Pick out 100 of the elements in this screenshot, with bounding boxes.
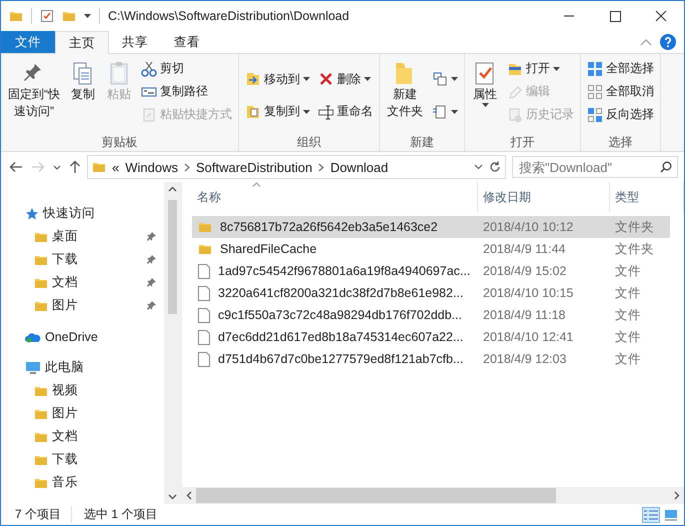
scroll-right-icon[interactable] bbox=[674, 491, 680, 500]
ribbon-button[interactable]: 全部选择 bbox=[585, 58, 656, 79]
refresh-icon[interactable] bbox=[489, 161, 501, 173]
folder-icon bbox=[198, 242, 212, 256]
nav-item[interactable]: 桌面 bbox=[1, 225, 164, 248]
file-icon bbox=[198, 264, 210, 278]
file-row[interactable]: c9c1f550a73c72c48a98294db176f702ddb... 2018/4/9 11:18 文件 bbox=[192, 304, 670, 326]
date-cell-text: 2018/4/10 10:12 bbox=[482, 220, 574, 234]
file-icon bbox=[198, 352, 210, 366]
ribbon-button[interactable]: 打开 bbox=[505, 58, 576, 79]
history-icon bbox=[507, 106, 523, 122]
ribbon-button[interactable]: 移动到 bbox=[243, 68, 312, 90]
caret-icon bbox=[482, 103, 488, 107]
chevron-down-icon[interactable] bbox=[474, 164, 483, 170]
pin-icon bbox=[147, 232, 156, 240]
ribbon-button[interactable]: 新建 文件夹 bbox=[384, 58, 426, 122]
breadcrumb[interactable]: Windows bbox=[125, 160, 178, 174]
chevron-icon bbox=[318, 162, 324, 172]
ribbon-button[interactable]: 复制路径 bbox=[139, 81, 234, 102]
column-header[interactable]: 名称 bbox=[192, 182, 478, 212]
ribbon-button[interactable]: 剪切 bbox=[139, 58, 234, 79]
scroll-down-icon[interactable] bbox=[168, 494, 177, 500]
help-icon[interactable] bbox=[660, 34, 676, 50]
file-row[interactable]: 3220a641cf8200a321dc38f2d7b8e61e982... 2018/4/10 10:15 文件 bbox=[192, 282, 670, 304]
file-row[interactable]: d7ec6dd21d617ed8b18a745314ec607a22... 2018/4/10 12:41 文件 bbox=[192, 326, 670, 348]
nav-item[interactable]: 下载 bbox=[1, 248, 164, 271]
up-arrow-icon[interactable] bbox=[69, 160, 81, 174]
nav-item[interactable]: 音乐 bbox=[1, 471, 164, 494]
file-icon bbox=[198, 330, 210, 344]
scroll-left-icon[interactable] bbox=[186, 491, 192, 500]
ribbon-button[interactable]: 重命名 bbox=[316, 101, 375, 122]
scrollbar-thumb[interactable] bbox=[168, 200, 177, 314]
caret-icon bbox=[303, 77, 310, 82]
nav-item[interactable]: 文档 bbox=[1, 271, 164, 294]
date-cell-text: 2018/4/10 10:15 bbox=[482, 286, 574, 300]
folder-icon bbox=[9, 9, 23, 23]
type-cell-text: 文件 bbox=[614, 284, 642, 302]
scrollbar-thumb[interactable] bbox=[196, 488, 556, 503]
chevron-icon bbox=[184, 162, 190, 172]
caret-icon bbox=[303, 110, 310, 114]
ribbon-tab[interactable]: 查看 bbox=[161, 31, 213, 53]
nav-item[interactable]: 此电脑 bbox=[1, 356, 164, 379]
search-field[interactable]: 搜索"Download" bbox=[512, 156, 678, 178]
file-row[interactable]: 8c756817b72a26f5642eb3a5e1463ce2 2018/4/10 10:12 文件夹 bbox=[192, 216, 670, 238]
file-row[interactable]: 1ad97c54542f9678801a6a19f8a4940697ac... 2018/4/9 15:02 文件 bbox=[192, 260, 670, 282]
nav-item[interactable]: 快速访问 bbox=[1, 202, 164, 225]
nav-item[interactable]: 图片 bbox=[1, 294, 164, 317]
breadcrumb[interactable]: SoftwareDistribution bbox=[196, 160, 312, 174]
computer-icon bbox=[25, 360, 41, 374]
collapse-ribbon-icon[interactable] bbox=[640, 38, 652, 46]
pin-icon bbox=[147, 300, 156, 310]
group-label: 剪贴板 bbox=[100, 134, 138, 151]
nav-item-label: 文档 bbox=[52, 274, 78, 291]
ribbon-tab[interactable]: 主页 bbox=[55, 31, 109, 54]
ribbon-button[interactable]: 删除 bbox=[316, 68, 375, 90]
ribbon-button[interactable]: 反向选择 bbox=[585, 104, 656, 125]
delete-icon bbox=[318, 71, 334, 88]
column-header[interactable]: 类型 bbox=[610, 182, 684, 212]
nav-item[interactable]: 视频 bbox=[1, 379, 164, 402]
details-view-button[interactable] bbox=[642, 506, 660, 522]
file-row[interactable]: SharedFileCache 2018/4/9 11:44 文件夹 bbox=[192, 238, 670, 260]
group-label: 组织 bbox=[296, 134, 322, 151]
scroll-up-icon[interactable] bbox=[168, 186, 177, 192]
ribbon-button[interactable]: 属性 bbox=[469, 58, 501, 109]
nav-item[interactable]: 文档 bbox=[1, 425, 164, 448]
nav-item-label: 音乐 bbox=[52, 474, 78, 491]
nav-item-label: 文档 bbox=[52, 428, 78, 445]
date-cell-text: 2018/4/10 12:41 bbox=[482, 330, 574, 344]
properties-icon[interactable] bbox=[40, 9, 54, 23]
nav-item[interactable]: 下载 bbox=[1, 448, 164, 471]
group-label: 新建 bbox=[409, 134, 435, 151]
address-bar[interactable]: « Windows SoftwareDistribution Download bbox=[87, 155, 506, 179]
ribbon-tab[interactable]: 文件 bbox=[1, 31, 55, 53]
large-icons-view-icon bbox=[664, 508, 678, 520]
date-cell-text: 2018/4/9 11:18 bbox=[482, 308, 566, 322]
nav-item[interactable]: 图片 bbox=[1, 402, 164, 425]
nav-item-label: 下载 bbox=[52, 451, 78, 468]
chevron-down-icon[interactable] bbox=[53, 164, 61, 170]
rename-icon bbox=[318, 104, 334, 120]
file-row[interactable]: d751d4b67d7c0be1277579ed8f121ab7cfb... 2018/4/9 12:03 文件 bbox=[192, 348, 670, 370]
caret-icon bbox=[451, 77, 458, 82]
ribbon-button[interactable]: 复制 bbox=[67, 58, 99, 105]
nav-item[interactable]: OneDrive bbox=[1, 325, 164, 348]
back-arrow-icon[interactable] bbox=[9, 161, 23, 173]
file-name: c9c1f550a73c72c48a98294db176f702ddb... bbox=[218, 308, 462, 322]
ribbon-tab[interactable]: 共享 bbox=[109, 31, 161, 53]
file-name: d7ec6dd21d617ed8b18a745314ec607a22... bbox=[218, 330, 464, 344]
ribbon-button[interactable]: 固定到“快 速访问” bbox=[5, 58, 63, 122]
window-title: C:\Windows\SoftwareDistribution\Download bbox=[108, 9, 350, 23]
file-name: 1ad97c54542f9678801a6a19f8a4940697ac... bbox=[218, 264, 470, 278]
pin-icon bbox=[147, 254, 156, 264]
breadcrumb[interactable]: Download bbox=[330, 160, 388, 174]
overflow-chevron[interactable]: « bbox=[112, 160, 120, 174]
ribbon-button[interactable]: 全部取消 bbox=[585, 81, 656, 102]
ribbon-button[interactable]: 复制到 bbox=[243, 101, 312, 122]
edit-icon bbox=[507, 84, 523, 100]
column-header[interactable]: 修改日期 bbox=[478, 182, 610, 212]
nav-item-label: OneDrive bbox=[45, 330, 98, 344]
folder-icon bbox=[92, 160, 106, 174]
select-all-icon bbox=[587, 60, 603, 76]
